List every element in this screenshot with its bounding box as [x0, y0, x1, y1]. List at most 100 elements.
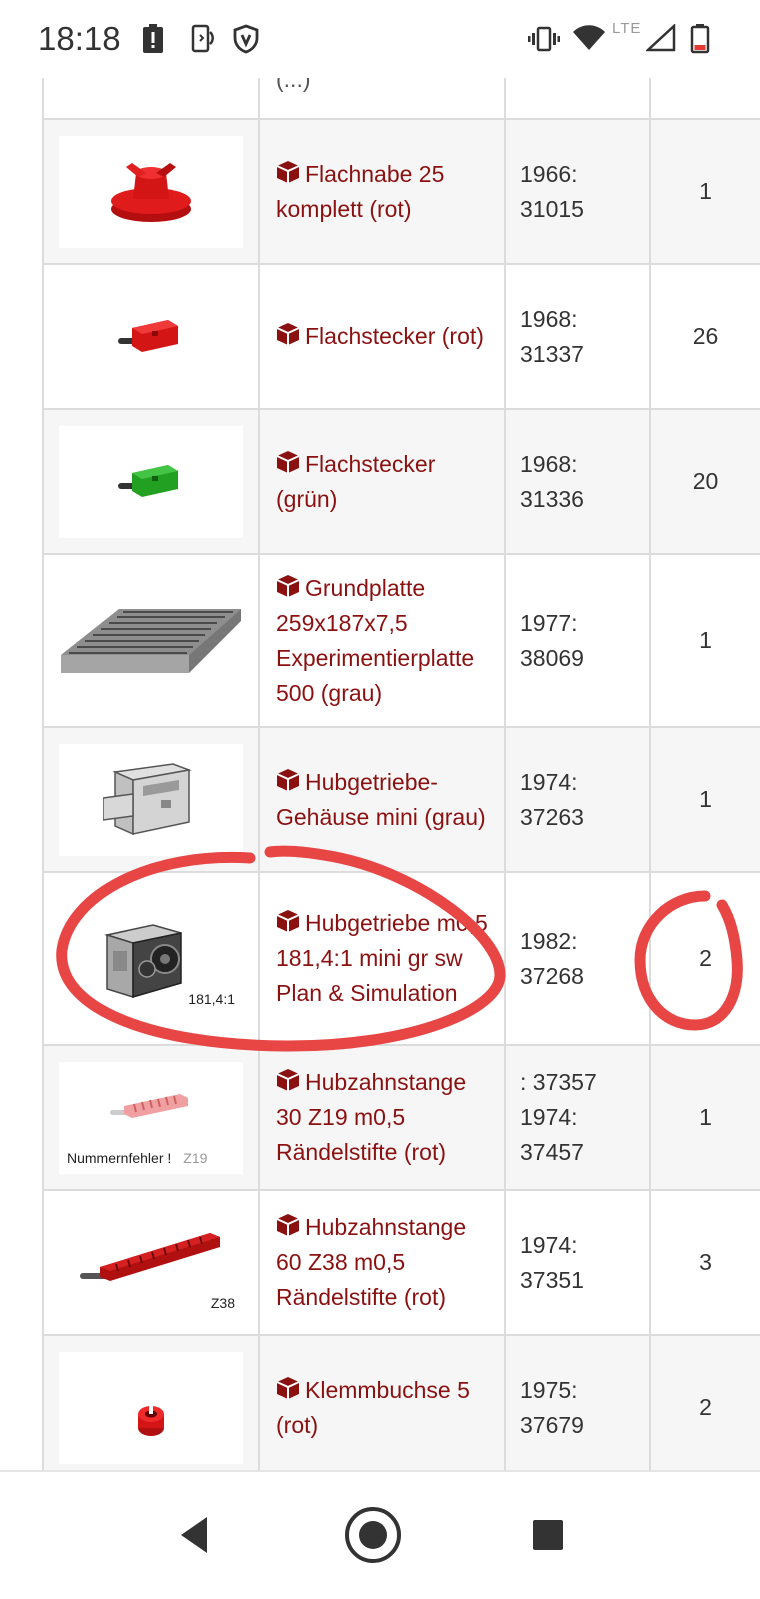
article-number: : 37357 1974: 37457 — [504, 1044, 651, 1191]
tooth-count-caption: Z38 — [210, 1294, 235, 1311]
part-image-cell: Nummernfehler ! Z19 — [42, 1044, 260, 1191]
part-image[interactable] — [59, 584, 243, 697]
recents-icon — [533, 1520, 563, 1550]
table-row: 181,4:1 Hubgetriebe m0,5 181,4:1 mini gr… — [42, 871, 760, 1046]
network-type: LTE — [612, 20, 642, 37]
quantity: 20 — [649, 408, 760, 555]
box-icon — [276, 1376, 300, 1399]
article-number: 1974: 37263 — [504, 726, 651, 873]
table-row: Grundplatte 259x187x7,5 Experimentierpla… — [42, 553, 760, 728]
box-icon — [276, 574, 300, 597]
hubzahnstange-30-image — [110, 1093, 188, 1118]
box-icon — [276, 1214, 300, 1236]
grundplatte-image — [61, 608, 241, 673]
part-name-cell[interactable]: Flachstecker (rot) — [258, 263, 506, 410]
part-name-cell[interactable]: Hubgetriebe m0,5 181,4:1 mini gr sw Plan… — [258, 871, 506, 1046]
part-name-link[interactable]: Flachnabe 25 komplett (rot) — [276, 161, 444, 222]
part-image-cell: 181,4:1 — [42, 871, 260, 1046]
part-image-cell — [42, 263, 260, 410]
flachstecker-red-image — [118, 319, 178, 352]
page-content[interactable]: (...) Flachnabe 25 komplett (rot) 1966: … — [0, 78, 760, 1470]
part-image[interactable] — [59, 135, 243, 248]
part-name-link[interactable]: Hubzahnstange 30 Z19 m0,5 Rändelstifte (… — [276, 1069, 466, 1165]
gear-ratio-caption: 181,4:1 — [188, 990, 235, 1007]
article-number — [504, 78, 651, 120]
battery-low-icon — [690, 24, 710, 54]
part-name-cell[interactable]: (...) — [258, 78, 506, 120]
table-row: Nummernfehler ! Z19 Hubzahnstange 30 Z19 … — [42, 1044, 760, 1191]
table-row: Flachnabe 25 komplett (rot) 1966: 31015 … — [42, 118, 760, 265]
part-image-cell — [42, 118, 260, 265]
klemmbuchse-image — [138, 1405, 164, 1436]
part-image[interactable]: Z38 — [59, 1206, 243, 1319]
home-button[interactable] — [328, 1490, 418, 1580]
parts-table: (...) Flachnabe 25 komplett (rot) 1966: … — [42, 78, 760, 1470]
part-name: (...) — [276, 78, 311, 92]
signal-icon — [646, 24, 676, 52]
table-row: (...) — [42, 78, 760, 120]
screen-rotate-icon — [191, 24, 214, 53]
part-name-cell[interactable]: Hubgetriebe-Gehäuse mini (grau) — [258, 726, 506, 873]
table-row: Z38 Hubzahnstange 60 Z38 m0,5 Rändelstif… — [42, 1189, 760, 1336]
article-number: 1968: 31337 — [504, 263, 651, 410]
box-icon — [276, 450, 300, 473]
navigation-bar — [0, 1470, 760, 1599]
part-image-cell — [42, 1334, 260, 1470]
quantity: 2 — [649, 1334, 760, 1470]
part-image[interactable] — [59, 78, 243, 109]
box-icon — [276, 1069, 300, 1091]
table-row: Klemmbuchse 5 (rot) 1975: 37679 2 — [42, 1334, 760, 1470]
part-image[interactable]: Nummernfehler ! Z19 — [59, 1061, 243, 1174]
flachnabe-image — [111, 162, 191, 222]
status-bar: 18:18 LTE — [0, 0, 760, 78]
part-name-link[interactable]: Hubgetriebe m0,5 181,4:1 mini gr sw Plan… — [276, 910, 488, 1006]
wifi-icon — [573, 25, 605, 50]
part-name-cell[interactable]: Flachstecker (grün) — [258, 408, 506, 555]
back-icon — [181, 1517, 207, 1553]
part-image[interactable] — [59, 280, 243, 393]
part-image-cell — [42, 553, 260, 728]
part-image-cell: Z38 — [42, 1189, 260, 1336]
status-time: 18:18 — [38, 20, 121, 57]
recents-button[interactable] — [503, 1490, 593, 1580]
part-image[interactable] — [59, 743, 243, 856]
back-button[interactable] — [150, 1490, 240, 1580]
table-row: Flachstecker (rot) 1968: 31337 26 — [42, 263, 760, 410]
hubgetriebe-gehaeuse-image — [103, 762, 192, 835]
part-name-cell[interactable]: Hubzahnstange 30 Z19 m0,5 Rändelstifte (… — [258, 1044, 506, 1191]
part-name-link[interactable]: Hubzahnstange 60 Z38 m0,5 Rändelstifte (… — [276, 1214, 466, 1310]
tooth-count-caption: Z19 — [183, 1149, 208, 1166]
article-number: 1982: 37268 — [504, 871, 651, 1046]
part-image[interactable] — [59, 425, 243, 538]
image-note-caption: Nummernfehler ! Z19 — [67, 1150, 207, 1166]
quantity: 1 — [649, 726, 760, 873]
part-name-cell[interactable]: Hubzahnstange 60 Z38 m0,5 Rändelstifte (… — [258, 1189, 506, 1336]
part-image-cell — [42, 726, 260, 873]
table-row: Flachstecker (grün) 1968: 31336 20 — [42, 408, 760, 555]
hubzahnstange-60-image — [80, 1232, 220, 1281]
alert-icon — [143, 24, 163, 53]
quantity: 1 — [649, 553, 760, 728]
box-icon — [276, 160, 300, 183]
part-name-link[interactable]: Hubgetriebe-Gehäuse mini (grau) — [276, 769, 486, 830]
article-number: 1977: 38069 — [504, 553, 651, 728]
flachstecker-green-image — [118, 464, 178, 497]
part-image[interactable] — [59, 1351, 243, 1464]
article-number: 1966: 31015 — [504, 118, 651, 265]
part-name-link[interactable]: Klemmbuchse 5 (rot) — [276, 1377, 470, 1438]
shield-icon — [233, 24, 259, 54]
quantity: 1 — [649, 118, 760, 265]
part-name-cell[interactable]: Flachnabe 25 komplett (rot) — [258, 118, 506, 265]
part-name-link[interactable]: Flachstecker (rot) — [305, 323, 484, 349]
hubgetriebe-motor-image — [104, 923, 182, 998]
part-image-cell — [42, 78, 260, 120]
part-image[interactable]: 181,4:1 — [59, 902, 243, 1015]
part-name-link[interactable]: Grundplatte 259x187x7,5 Experimentierpla… — [276, 575, 474, 706]
home-icon — [345, 1507, 401, 1563]
quantity: 2 — [649, 871, 760, 1046]
box-icon — [276, 323, 300, 345]
part-name-cell[interactable]: Grundplatte 259x187x7,5 Experimentierpla… — [258, 553, 506, 728]
quantity: 26 — [649, 263, 760, 410]
part-image-cell — [42, 408, 260, 555]
part-name-cell[interactable]: Klemmbuchse 5 (rot) — [258, 1334, 506, 1470]
